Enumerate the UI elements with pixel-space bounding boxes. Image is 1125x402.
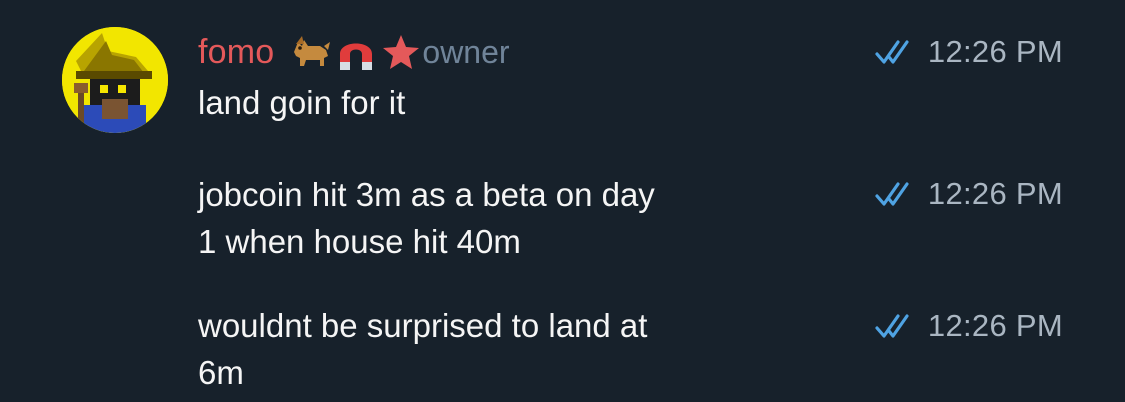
pixel-wizard-icon bbox=[62, 27, 168, 133]
message-timestamp: 12:26 PM bbox=[927, 176, 1063, 211]
message-meta: 12:26 PM bbox=[874, 302, 1063, 350]
message-group: fomo owner land goin for it 12:26 PM job… bbox=[0, 0, 1125, 402]
magnet-emoji-icon bbox=[334, 32, 378, 72]
message-meta: 12:26 PM bbox=[874, 28, 1063, 76]
message-text[interactable]: wouldnt be surprised to land at 6m bbox=[198, 302, 798, 396]
sender-name[interactable]: fomo bbox=[198, 28, 274, 76]
message-timestamp: 12:26 PM bbox=[927, 34, 1063, 69]
role-badge: owner bbox=[422, 34, 510, 70]
double-check-icon bbox=[875, 40, 909, 64]
star-icon bbox=[382, 32, 420, 72]
message-meta: 12:26 PM bbox=[874, 170, 1063, 218]
message-text[interactable]: jobcoin hit 3m as a beta on day 1 when h… bbox=[198, 171, 798, 265]
message-text[interactable]: land goin for it bbox=[198, 79, 798, 126]
sender-avatar[interactable] bbox=[62, 27, 168, 133]
double-check-icon bbox=[875, 182, 909, 206]
double-check-icon bbox=[875, 314, 909, 338]
dog-emoji-icon bbox=[288, 32, 332, 72]
message-timestamp: 12:26 PM bbox=[927, 308, 1063, 343]
sender-header: fomo owner bbox=[198, 28, 510, 76]
